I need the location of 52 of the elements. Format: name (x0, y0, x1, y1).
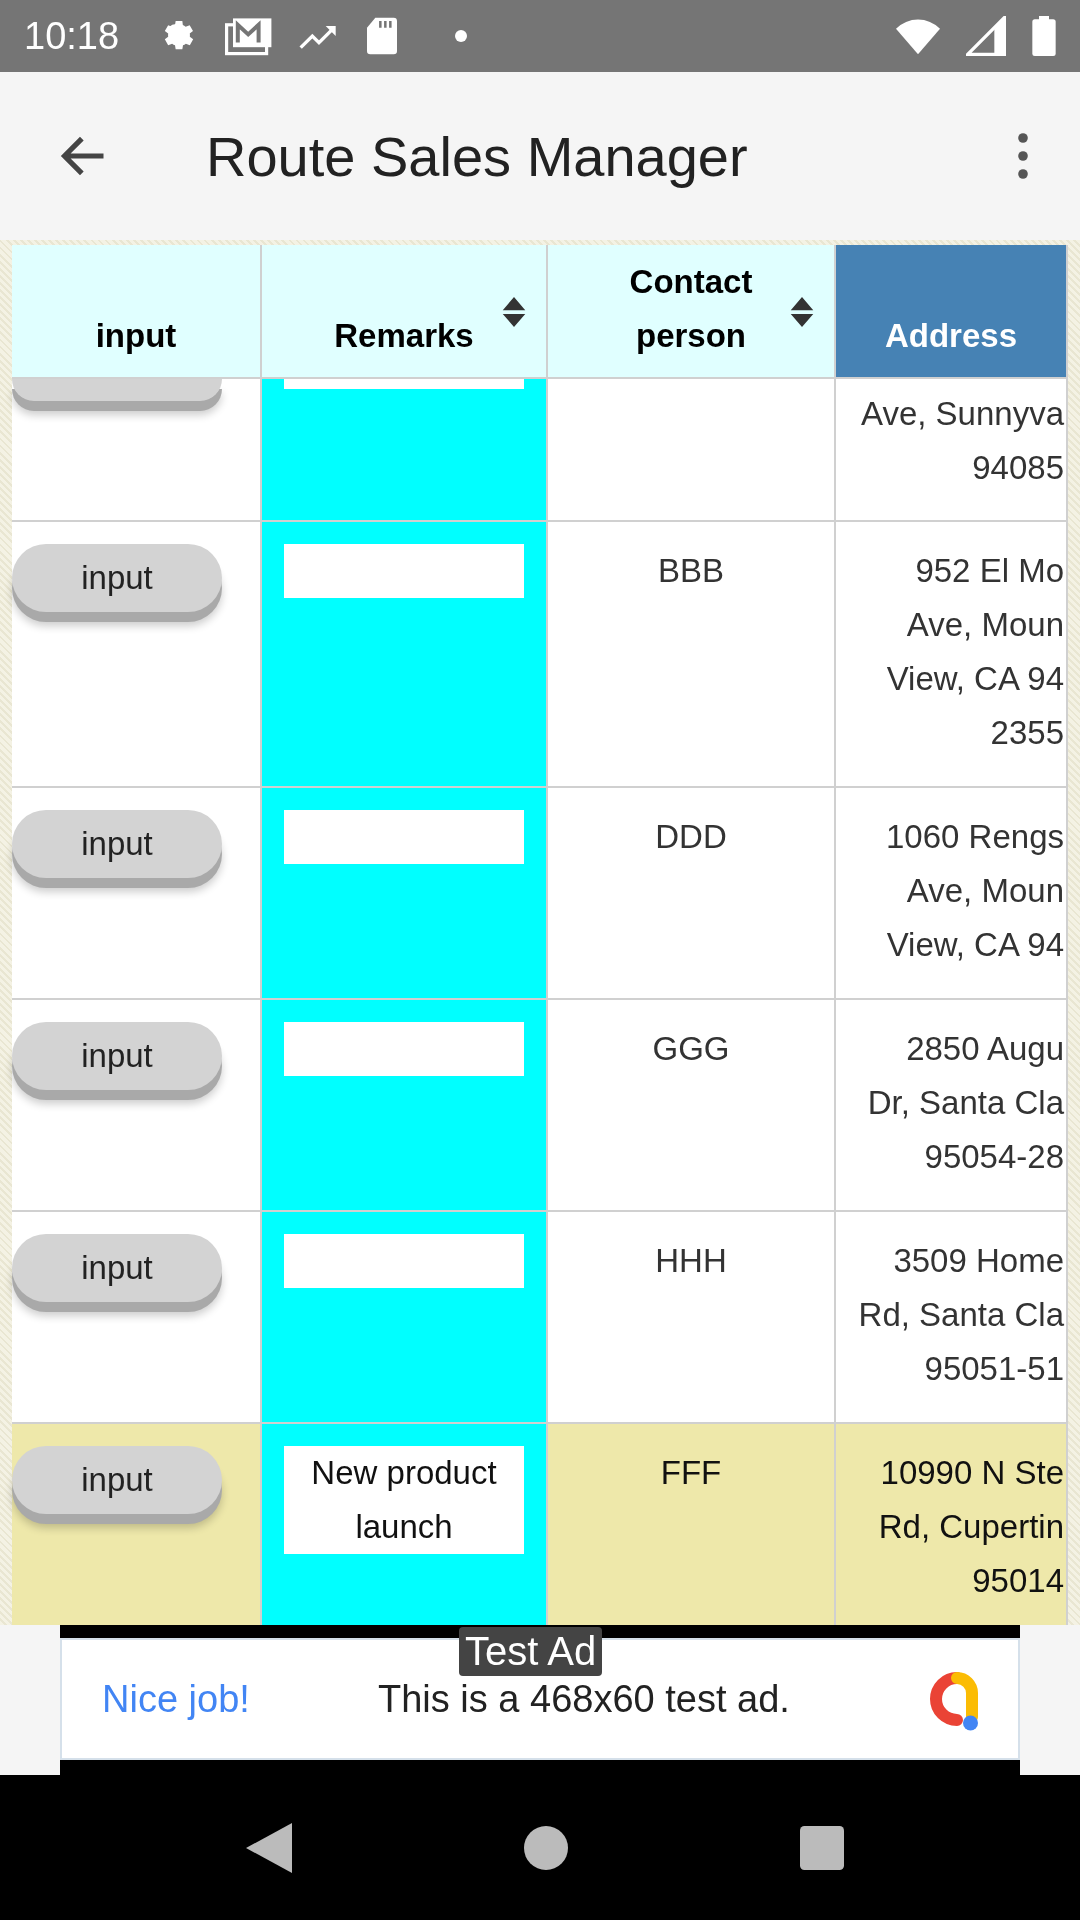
column-label: Remarks (333, 316, 475, 356)
sd-card-icon (365, 16, 400, 56)
column-label: input (94, 316, 178, 356)
ad-headline: Nice job! (102, 1677, 250, 1721)
address-line: Dr, Santa Cla (867, 1083, 1064, 1123)
sort-icon[interactable] (790, 297, 814, 327)
contact-cell: GGG (652, 1030, 730, 1067)
sort-icon[interactable] (502, 297, 526, 327)
contact-cell: BBB (657, 552, 724, 589)
address-line: Ave, Sunnyva (860, 394, 1064, 434)
column-label: Address (884, 316, 1018, 356)
remarks-field[interactable]: New product launch (284, 1446, 524, 1554)
wifi-icon (896, 17, 940, 55)
remarks-field[interactable] (284, 544, 524, 598)
contact-cell: HHH (655, 1242, 727, 1279)
address-line: 95014 (972, 1561, 1064, 1601)
mail-icon (225, 16, 274, 56)
address-line: 95051-51 (924, 1349, 1064, 1389)
home-icon[interactable] (524, 1825, 568, 1870)
more-options-icon[interactable] (1016, 132, 1030, 180)
ad-label: Test Ad (459, 1627, 603, 1676)
notification-dot-icon (455, 30, 468, 42)
contact-cell: FFF (660, 1454, 722, 1491)
address-line: 10990 N Ste (880, 1453, 1064, 1493)
signal-icon (966, 16, 1006, 56)
address-line: 3509 Home (893, 1241, 1064, 1281)
address-line: View, CA 94 (886, 659, 1064, 699)
address-line: 94085 (972, 448, 1064, 488)
column-header[interactable]: Remarks (262, 245, 546, 377)
status-time: 10:18 (24, 14, 120, 58)
address-line: 95054-28 (924, 1137, 1064, 1177)
address-line: Rd, Cupertin (878, 1507, 1064, 1547)
address-line: View, CA 94 (886, 925, 1064, 965)
address-line: 952 El Mo (915, 551, 1064, 591)
address-line: Ave, Moun (906, 871, 1064, 911)
address-line: Rd, Santa Cla (858, 1295, 1064, 1335)
remarks-field[interactable] (284, 379, 524, 389)
app-title: Route Sales Manager (206, 123, 749, 189)
ad-body: This is a 468x60 test ad. (376, 1677, 791, 1721)
address-line: 1060 Rengs (886, 817, 1064, 857)
address-line: 2355 (990, 713, 1064, 753)
remarks-field[interactable] (284, 1022, 524, 1076)
remarks-field[interactable] (284, 810, 524, 864)
column-label: Contact person (628, 262, 754, 356)
column-header[interactable]: Contact person (548, 245, 834, 377)
back-icon[interactable] (246, 1822, 292, 1873)
recents-icon[interactable] (800, 1825, 844, 1870)
remarks-field[interactable] (284, 1234, 524, 1288)
address-line: 2850 Augu (906, 1029, 1064, 1069)
contact-cell: DDD (655, 818, 727, 855)
battery-icon (1032, 16, 1056, 56)
address-line: Ave, Moun (906, 605, 1064, 645)
